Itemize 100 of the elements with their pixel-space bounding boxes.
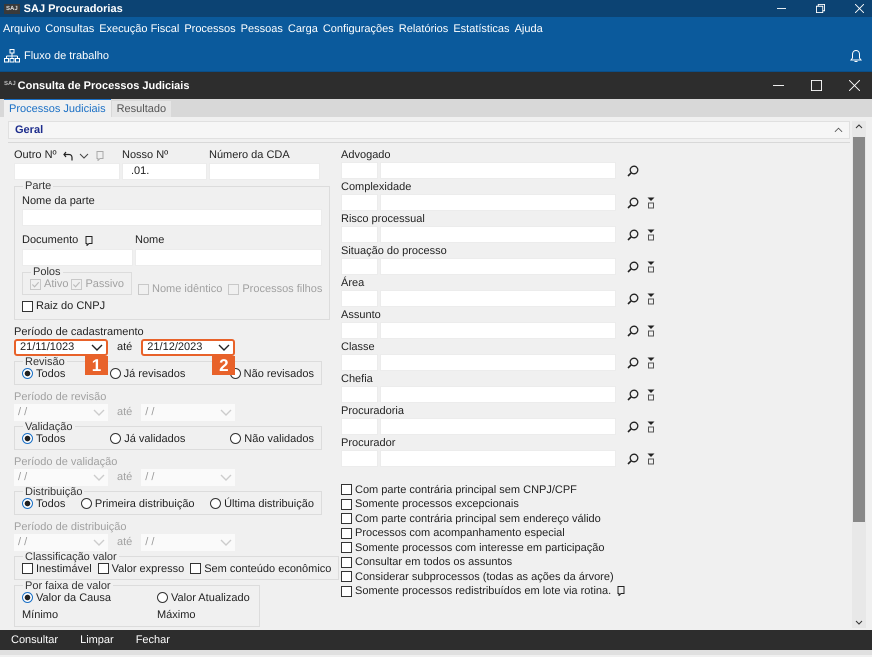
group-label: Parte (24, 180, 52, 192)
maximize-icon[interactable] (811, 80, 822, 91)
checkbox[interactable]: Somente processos excepcionais (341, 498, 671, 511)
menu-item[interactable]: Estatísticas (453, 22, 510, 34)
callout-badge: 1 (85, 356, 108, 374)
filter-icon[interactable] (647, 452, 655, 464)
chevron-icon[interactable] (218, 344, 230, 350)
group-label: Revisão (24, 356, 66, 368)
footer-button[interactable]: Limpar (75, 634, 119, 646)
field-label: Número da CDA (209, 149, 290, 162)
caret-down-icon[interactable] (855, 620, 863, 625)
menu-item[interactable]: Carga (288, 22, 318, 34)
group-label: Polos (32, 266, 62, 278)
field-label: Nome da parte (22, 195, 96, 208)
radio-button[interactable]: Já validados (110, 432, 186, 444)
menu-item[interactable]: Ajuda (514, 22, 543, 34)
field-label: Período de cadastramento (14, 326, 145, 338)
filter-icon[interactable] (647, 356, 655, 368)
checkbox[interactable]: Sem conteúdo econômico (190, 562, 332, 574)
restore-icon[interactable] (816, 4, 825, 13)
search-icon[interactable] (627, 164, 639, 176)
radio-button[interactable]: Valor Atualizado (157, 592, 252, 604)
tab[interactable]: Processos Judiciais (4, 99, 111, 117)
field-label: até (117, 536, 132, 548)
app-title: SAJ Procuradorias (24, 2, 123, 14)
field-label: Mínimo (22, 608, 60, 622)
search-icon[interactable] (627, 196, 639, 208)
filter-icon[interactable] (647, 324, 655, 336)
checkbox[interactable]: Inestimável (22, 562, 92, 574)
search-icon[interactable] (627, 292, 639, 304)
field-label: Nosso Nº (122, 149, 168, 162)
date-field[interactable]: 21/12/2023 (141, 338, 236, 356)
tab[interactable]: Resultado (112, 101, 172, 117)
close-icon[interactable] (849, 80, 860, 91)
checkbox[interactable]: Com parte contrária principal sem endereço válido (341, 512, 671, 526)
date-field[interactable]: 21/11/1023 (14, 338, 108, 356)
radio-button[interactable]: Já revisados (110, 368, 186, 380)
checkbox[interactable]: Considerar subprocessos (todas as ações da árvore) (341, 570, 671, 584)
field-label: Assunto (341, 309, 382, 322)
field-label: Chefia (341, 373, 374, 386)
menu-item[interactable]: Consultas (45, 22, 94, 34)
filter-icon[interactable] (647, 260, 655, 272)
checkbox[interactable]: Valor expresso (98, 562, 184, 574)
checkbox[interactable]: Somente processos redistribuídos em lote via rotina. (341, 584, 671, 598)
field-label: Período de validação (14, 456, 118, 468)
search-icon[interactable] (627, 228, 639, 240)
search-icon[interactable] (627, 420, 639, 432)
field-label: Complexidade (341, 181, 412, 194)
filter-icon[interactable] (647, 196, 655, 208)
field-label: Outro Nº (14, 149, 57, 162)
search-icon[interactable] (627, 356, 639, 368)
radio-button[interactable]: Todos (22, 368, 66, 380)
footer-button[interactable]: Fechar (130, 634, 175, 646)
scrollbar[interactable] (852, 121, 866, 628)
radio-button[interactable]: Todos (22, 498, 66, 510)
collapse-icon[interactable] (834, 127, 843, 133)
caret-up-icon[interactable] (855, 124, 863, 129)
checkbox[interactable]: Consultar em todos os assuntos (341, 556, 671, 569)
group-label: Validação (24, 420, 74, 432)
menu-item[interactable]: Relatórios (398, 22, 448, 34)
checkbox[interactable]: Com parte contrária principal sem CNPJ/CPF (341, 483, 671, 496)
undo-icon[interactable] (62, 150, 73, 160)
chevron-icon[interactable] (78, 150, 89, 160)
search-icon[interactable] (627, 324, 639, 336)
filter-icon[interactable] (647, 292, 655, 304)
radio-button[interactable]: Última distribuição (210, 498, 314, 510)
radio-button[interactable]: Valor da Causa (22, 592, 157, 604)
filter-icon[interactable] (647, 388, 655, 400)
radio-button[interactable]: Não validados (230, 432, 314, 444)
group-label: Classificação valor (24, 550, 118, 562)
field-label: Risco processual (341, 213, 426, 226)
menu-item[interactable]: Pessoas (240, 22, 283, 34)
input-field[interactable]: .01. (122, 163, 207, 180)
note-icon[interactable] (84, 236, 94, 246)
footer-button[interactable]: Consultar (6, 634, 64, 646)
menu-item[interactable]: Configurações (322, 22, 394, 34)
menu-item[interactable]: Execução Fiscal (99, 22, 180, 34)
radio-button[interactable]: Todos (22, 432, 66, 444)
checkbox[interactable]: Processos com acompanhamento especial (341, 526, 671, 540)
filter-icon[interactable] (647, 420, 655, 432)
checkbox[interactable]: Raiz do CNPJ (22, 300, 106, 312)
search-icon[interactable] (627, 388, 639, 400)
search-icon[interactable] (627, 452, 639, 464)
bell-icon[interactable] (850, 48, 862, 62)
workflow-button[interactable]: Fluxo de trabalho (4, 48, 109, 62)
group-label: Distribuição (24, 486, 84, 498)
menu-item[interactable]: Arquivo (3, 22, 40, 34)
radio-button[interactable]: Primeira distribuição (80, 498, 195, 510)
checkbox[interactable]: Somente processos com interesse em participação (341, 541, 671, 554)
menu-item[interactable]: Processos (184, 22, 236, 34)
filter-icon[interactable] (647, 228, 655, 240)
field-label: Procuradoria (341, 405, 405, 418)
note-icon[interactable] (616, 586, 626, 596)
field-label: Nome (135, 234, 166, 247)
close-icon[interactable] (855, 4, 864, 13)
search-icon[interactable] (627, 260, 639, 272)
chevron-icon[interactable] (91, 344, 103, 350)
field-label: até (117, 341, 132, 353)
field-label: Classe (341, 341, 376, 354)
field-label: Procurador (341, 437, 396, 450)
